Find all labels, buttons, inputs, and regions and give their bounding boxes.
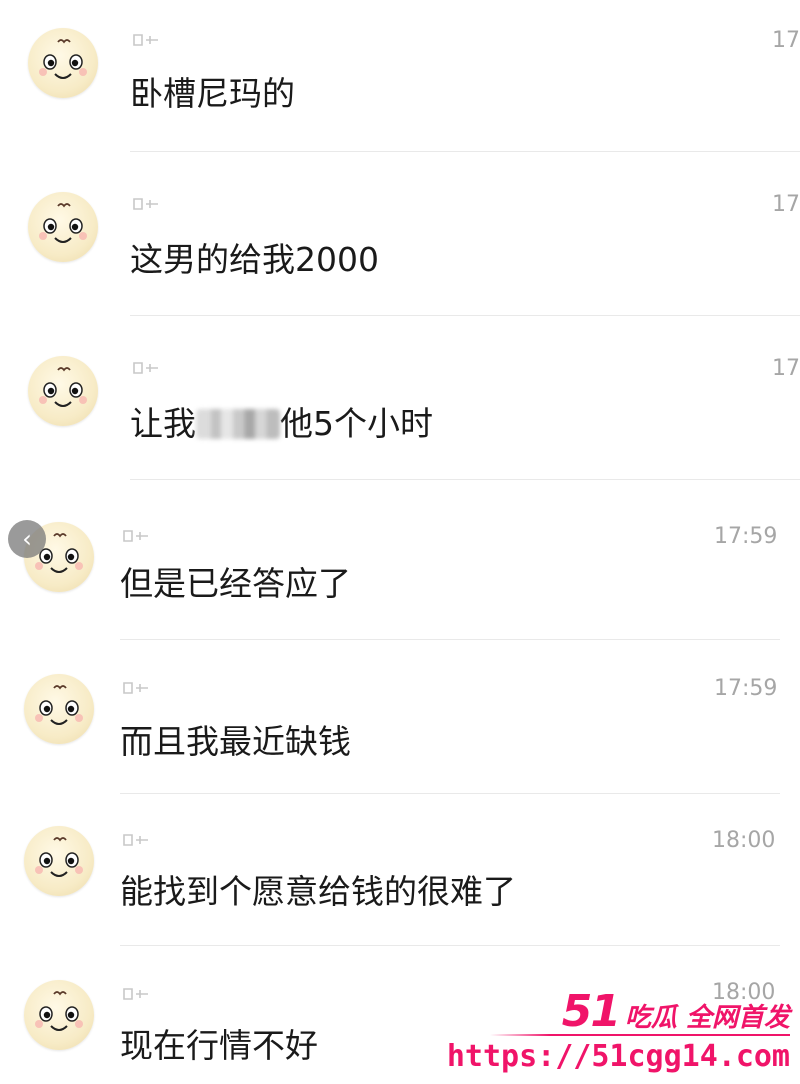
watermark-brand-text: 吃瓜 全网首发	[624, 1003, 790, 1033]
message-text[interactable]: 但是已经答应了	[120, 562, 351, 606]
message-divider	[120, 639, 780, 640]
watermark-circuit-line	[490, 1034, 790, 1036]
message-divider	[120, 793, 780, 794]
sender-avatar[interactable]	[24, 980, 94, 1050]
sender-name-placeholder	[122, 528, 152, 544]
back-button[interactable]: ‹	[8, 520, 46, 558]
message-divider	[130, 315, 800, 316]
sender-name-placeholder	[122, 832, 152, 848]
message-text-before: 让我	[130, 404, 196, 443]
message-text-after: 他5个小时	[280, 404, 433, 443]
message-divider	[130, 479, 800, 480]
message-timestamp: 18:00	[712, 828, 776, 853]
message-timestamp: 17:59	[714, 676, 778, 701]
sender-name-placeholder	[132, 196, 162, 212]
sender-name-placeholder	[122, 986, 152, 1002]
sender-name-placeholder	[132, 360, 162, 376]
message-divider	[130, 151, 800, 152]
message-text[interactable]: 而且我最近缺钱	[120, 720, 351, 764]
message-text[interactable]: 能找到个愿意给钱的很难了	[120, 870, 516, 914]
sender-avatar[interactable]	[24, 826, 94, 896]
watermark-url: https://51cgg14.com	[446, 1039, 790, 1074]
message-timestamp: 17	[772, 192, 800, 217]
message-divider	[120, 945, 780, 946]
sender-avatar[interactable]	[28, 28, 98, 98]
message-text[interactable]: 让我 他5个小时	[130, 402, 433, 446]
message-text[interactable]: 现在行情不好	[120, 1024, 318, 1068]
message-text[interactable]: 卧槽尼玛的	[130, 72, 295, 116]
message-timestamp: 17	[772, 356, 800, 381]
sender-avatar[interactable]	[24, 674, 94, 744]
sender-name-placeholder	[122, 680, 152, 696]
sender-avatar[interactable]	[28, 192, 98, 262]
site-watermark: 51 吃瓜 全网首发 https://51cgg14.com	[447, 986, 790, 1074]
watermark-number: 51	[561, 986, 621, 1037]
message-timestamp: 17:59	[714, 524, 778, 549]
sender-avatar[interactable]	[28, 356, 98, 426]
message-timestamp: 17	[772, 28, 800, 53]
redaction-blur	[196, 409, 280, 439]
sender-name-placeholder	[132, 32, 162, 48]
watermark-brand: 51 吃瓜 全网首发	[562, 986, 790, 1037]
message-text[interactable]: 这男的给我2000	[130, 238, 379, 282]
